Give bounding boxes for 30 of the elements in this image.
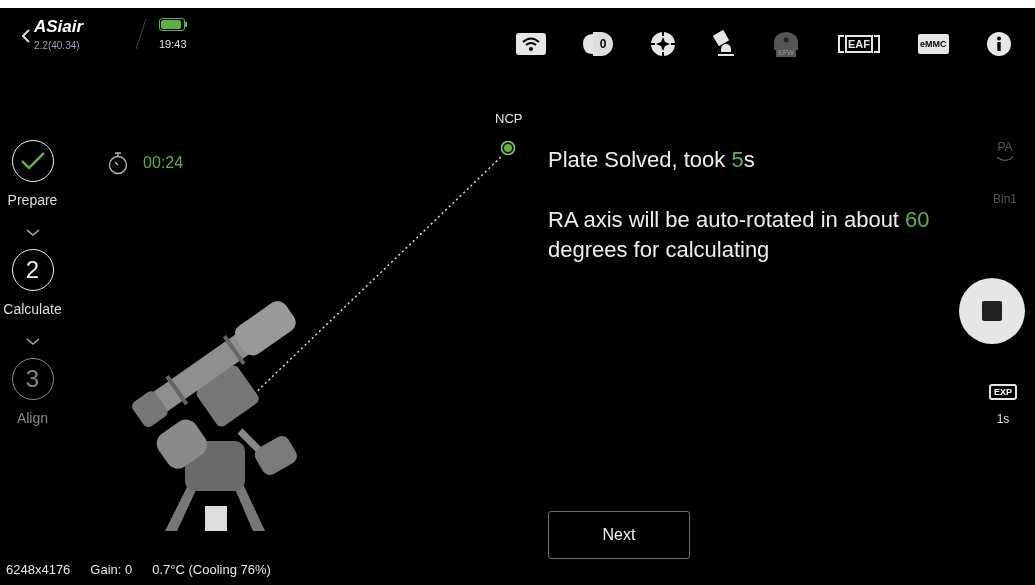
- divider-line: [135, 18, 147, 50]
- stopwatch-icon: [107, 151, 129, 175]
- version-text: 2.2(40.34): [34, 39, 81, 53]
- status-message: RA axis will be auto-rotated in about 60 degrees for calculating: [548, 206, 931, 264]
- chevron-icon: [25, 229, 40, 237]
- step-label: Align: [16, 409, 49, 428]
- next-button[interactable]: Next: [548, 511, 690, 559]
- step-label: Prepare: [7, 191, 58, 210]
- wifi-icon[interactable]: [516, 30, 546, 58]
- exposure-time: 1s: [996, 411, 1010, 428]
- pole-label: NCP: [495, 110, 523, 128]
- status-text: Gain: 0: [90, 561, 133, 580]
- info-icon[interactable]: [985, 30, 1012, 58]
- pole-marker-icon: [500, 140, 516, 156]
- app-logo: ASiair: [34, 18, 84, 35]
- elapsed-time: 00:24: [143, 153, 184, 173]
- telescope-icon[interactable]: [713, 30, 735, 58]
- status-text: 0.7°C (Cooling 76%): [152, 561, 271, 580]
- crosshair-icon[interactable]: [650, 30, 676, 58]
- stop-icon: [982, 301, 1002, 321]
- battery-icon: [159, 18, 189, 31]
- status-message: Plate Solved, took 5s: [548, 146, 756, 174]
- step-label: Calculate: [3, 300, 62, 319]
- arc-icon: [996, 156, 1014, 162]
- chevron-icon: [25, 338, 40, 346]
- exposure-badge[interactable]: EXP: [989, 384, 1017, 400]
- status-text: 6248x4176: [6, 561, 71, 580]
- back-button[interactable]: [22, 28, 30, 43]
- back-icon: [22, 28, 30, 43]
- clock-time: 19:43: [159, 37, 188, 52]
